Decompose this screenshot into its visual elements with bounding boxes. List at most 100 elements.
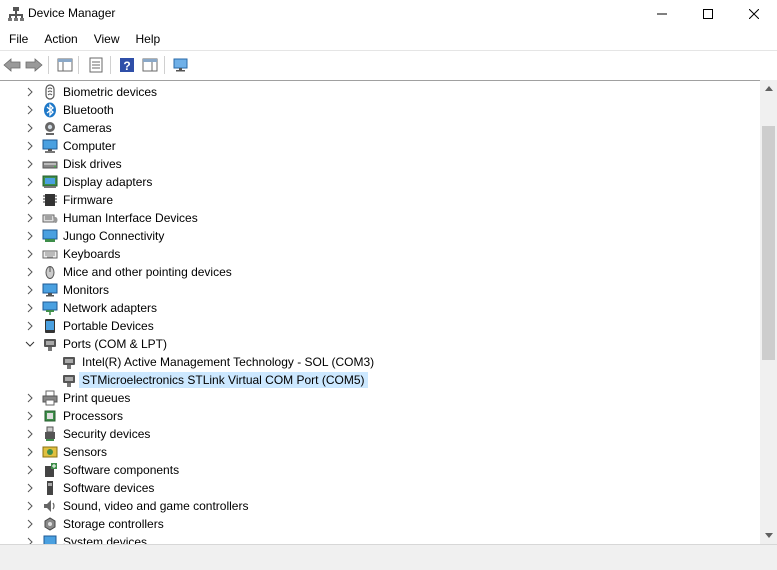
display-adapter-icon [42,174,58,190]
close-button[interactable] [731,0,777,28]
tree-category-item[interactable]: Biometric devices [0,83,760,101]
tree-item-label: Biometric devices [63,85,158,99]
tree-item-label: Sound, video and game controllers [63,499,249,513]
menu-action[interactable]: Action [36,28,85,50]
back-button[interactable] [3,56,21,74]
camera-icon [42,120,58,136]
tree-category-item[interactable]: Display adapters [0,173,760,191]
help-button[interactable]: ? [118,56,136,74]
expand-chevron-icon[interactable] [24,481,36,495]
menu-help[interactable]: Help [128,28,169,50]
tree-item-label: Processors [63,409,124,423]
tree-category-item[interactable]: Computer [0,137,760,155]
expand-chevron-icon[interactable] [24,157,36,171]
help-icon: ? [120,58,134,73]
tree-item-label: Keyboards [63,247,121,261]
tree-category-item[interactable]: Network adapters [0,299,760,317]
minimize-button[interactable] [639,0,685,28]
menu-view[interactable]: View [86,28,128,50]
expand-chevron-icon[interactable] [24,391,36,405]
expand-chevron-icon[interactable] [24,229,36,243]
expand-chevron-icon[interactable] [24,283,36,297]
scan-hardware-button[interactable] [172,56,190,74]
expand-chevron-icon[interactable] [24,265,36,279]
firmware-icon [42,192,58,208]
tree-item-label: Network adapters [63,301,158,315]
tree-category-item[interactable]: Bluetooth [0,101,760,119]
tree-category-item[interactable]: Software components [0,461,760,479]
scroll-thumb[interactable] [762,126,775,360]
expand-chevron-icon[interactable] [24,103,36,117]
maximize-button[interactable] [685,0,731,28]
tree-item-label: Portable Devices [63,319,154,333]
expand-chevron-icon[interactable] [24,247,36,261]
tree-child-item[interactable]: STMicroelectronics STLink Virtual COM Po… [0,371,760,389]
mouse-icon [42,264,58,280]
tree-category-item[interactable]: Keyboards [0,245,760,263]
expand-chevron-icon[interactable] [24,211,36,225]
tree-category-item[interactable]: Mice and other pointing devices [0,263,760,281]
action-pane-button[interactable] [141,56,159,74]
tree-category-item[interactable]: Security devices [0,425,760,443]
expand-chevron-icon[interactable] [24,499,36,513]
tree-item-label: Cameras [63,121,112,135]
scroll-up-icon [764,86,773,91]
tree-item-label: Computer [63,139,116,153]
vertical-scrollbar[interactable] [760,80,777,544]
device-tree: Biometric devices Bluetooth Cameras Compute… [0,80,760,545]
tree-item-label: Mice and other pointing devices [63,265,232,279]
tree-category-item[interactable]: Sensors [0,443,760,461]
close-icon [749,9,759,19]
expand-chevron-icon[interactable] [24,301,36,315]
expand-chevron-icon[interactable] [24,463,36,477]
tree-category-item[interactable]: Monitors [0,281,760,299]
properties-button[interactable] [87,56,105,74]
expand-chevron-icon[interactable] [24,427,36,441]
menu-file[interactable]: File [0,28,36,50]
toolbar-separator [48,56,49,74]
tree-category-item[interactable]: Storage controllers [0,515,760,533]
tree-category-item[interactable]: Human Interface Devices [0,209,760,227]
tree-item-label: Bluetooth [63,103,114,117]
tree-item-label: Display adapters [63,175,153,189]
tree-item-label: Firmware [63,193,113,207]
expand-chevron-icon[interactable] [24,175,36,189]
biometric-icon [42,84,58,100]
tree-category-item[interactable]: Ports (COM & LPT) [0,335,760,353]
window-title: Device Manager [28,6,116,20]
expand-chevron-icon[interactable] [24,517,36,531]
tree-item-label: Storage controllers [63,517,164,531]
tree-category-item[interactable]: Firmware [0,191,760,209]
title-bar: Device Manager [0,0,777,28]
console-tree-button[interactable] [56,56,74,74]
keyboard-icon [42,246,58,262]
expand-chevron-icon[interactable] [24,445,36,459]
expand-chevron-icon[interactable] [24,85,36,99]
forward-button[interactable] [25,56,43,74]
tree-item-label: Security devices [63,427,151,441]
expand-chevron-icon[interactable] [24,139,36,153]
expand-chevron-icon[interactable] [24,319,36,333]
monitor-icon [42,282,58,298]
tree-category-item[interactable]: Disk drives [0,155,760,173]
tree-category-item[interactable]: Jungo Connectivity [0,227,760,245]
scroll-up-button[interactable] [760,80,777,97]
tree-category-item[interactable]: Cameras [0,119,760,137]
port-icon [42,336,58,352]
tree-child-item[interactable]: Intel(R) Active Management Technology - … [0,353,760,371]
svg-text:?: ? [123,59,130,73]
expand-chevron-icon[interactable] [24,121,36,135]
action-pane-icon [142,58,158,72]
tree-item-label: Monitors [63,283,110,297]
tree-category-item[interactable]: Print queues [0,389,760,407]
tree-category-item[interactable]: Processors [0,407,760,425]
scroll-down-button[interactable] [760,527,777,544]
forward-icon [25,58,43,72]
collapse-chevron-icon[interactable] [24,337,36,351]
expand-chevron-icon[interactable] [24,193,36,207]
expand-chevron-icon[interactable] [24,409,36,423]
tree-category-item[interactable]: Portable Devices [0,317,760,335]
tree-category-item[interactable]: Sound, video and game controllers [0,497,760,515]
software-component-icon [42,462,58,478]
tree-category-item[interactable]: Software devices [0,479,760,497]
